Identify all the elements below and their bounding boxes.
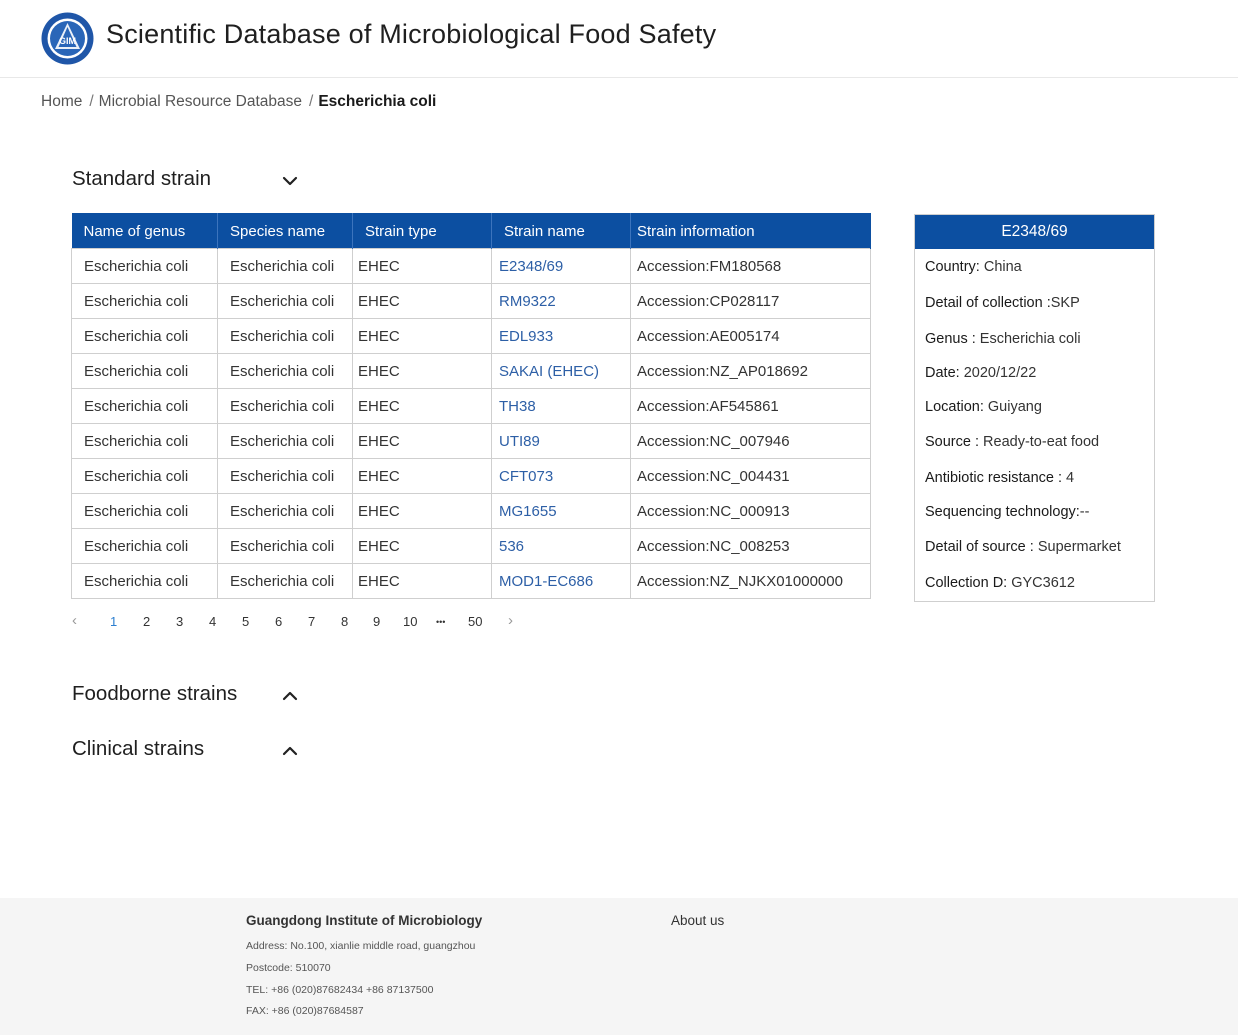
table-row: Escherichia coli Escherichia coli EHEC 536 A… [71, 528, 871, 564]
strain-name-link[interactable]: CFT073 [499, 468, 553, 485]
strain-name-link[interactable]: TH38 [499, 398, 536, 415]
table-row: Escherichia coli Escherichia coli EHEC SAKA… [71, 353, 871, 389]
site-header: GIM Scientific Database of Microbiologic… [0, 0, 1238, 78]
standard-strain-toggle[interactable]: Standard strain [72, 167, 298, 191]
page-button-6[interactable]: 6 [275, 614, 282, 629]
table-row: Escherichia coli Escherichia coli EHEC E234… [71, 248, 871, 284]
page-button-9[interactable]: 9 [373, 614, 380, 629]
site-title: Scientific Database of Microbiological F… [106, 19, 717, 49]
page-button-3[interactable]: 3 [176, 614, 183, 629]
prev-page-button[interactable]: ‹ [72, 612, 77, 629]
strain-table: Name of genus Species name Strain type S… [71, 213, 871, 599]
strain-detail-panel: E2348/69 Country: China Detail of collec… [914, 214, 1155, 602]
site-footer: Guangdong Institute of Microbiology Abou… [0, 898, 1238, 1035]
strain-name-link[interactable]: SAKAI (EHEC) [499, 363, 599, 380]
footer-org-name: Guangdong Institute of Microbiology [246, 913, 483, 928]
detail-country: Country: China [925, 259, 1022, 275]
strain-name-link[interactable]: RM9322 [499, 293, 556, 310]
detail-antibiotic-resistance: Antibiotic resistance : 4 [925, 470, 1075, 486]
page-button-10[interactable]: 10 [403, 614, 417, 629]
footer-about-us-link[interactable]: About us [671, 913, 724, 928]
chevron-up-icon [282, 746, 298, 756]
detail-sequencing-technology: Sequencing technology:-- [925, 504, 1090, 520]
table-header-row: Name of genus Species name Strain type S… [71, 213, 871, 249]
table-row: Escherichia coli Escherichia coli EHEC MOD1… [71, 563, 871, 599]
page-button-1[interactable]: 1 [110, 614, 117, 629]
clinical-strains-toggle[interactable]: Clinical strains [72, 737, 298, 761]
page-ellipsis[interactable]: ••• [436, 617, 445, 627]
column-header-strain-type: Strain type [352, 213, 492, 249]
footer-tel: TEL: +86 (020)87682434 +86 87137500 [246, 984, 434, 996]
detail-source-detail: Detail of source : Supermarket [925, 539, 1121, 555]
footer-fax: FAX: +86 (020)87684587 [246, 1005, 364, 1017]
clinical-strains-title: Clinical strains [72, 737, 205, 760]
footer-postcode: Postcode: 510070 [246, 962, 331, 974]
breadcrumb: Home / Microbial Resource Database / Escheri… [41, 93, 437, 110]
footer-address: Address: No.100, xianlie middle road, gu… [246, 940, 476, 952]
breadcrumb-home[interactable]: Home [41, 93, 82, 110]
foodborne-strains-title: Foodborne strains [72, 682, 238, 705]
detail-date: Date: 2020/12/22 [925, 365, 1037, 381]
page-button-8[interactable]: 8 [341, 614, 348, 629]
column-header-genus: Name of genus [71, 213, 218, 249]
page-button-4[interactable]: 4 [209, 614, 216, 629]
strain-name-link[interactable]: MOD1-EC686 [499, 573, 593, 590]
strain-name-link[interactable]: UTI89 [499, 433, 540, 450]
detail-genus: Genus : Escherichia coli [925, 331, 1081, 347]
breadcrumb-current: Escherichia coli [318, 93, 437, 110]
detail-source: Source : Ready-to-eat food [925, 434, 1100, 450]
chevron-down-icon [282, 176, 298, 186]
column-header-strain-info: Strain information [630, 213, 871, 249]
detail-collection-id: Collection D: GYC3612 [925, 575, 1075, 591]
strain-name-link[interactable]: E2348/69 [499, 258, 563, 275]
standard-strain-title: Standard strain [72, 167, 212, 190]
detail-location: Location: Guiyang [925, 399, 1042, 415]
institute-logo[interactable]: GIM [41, 12, 94, 65]
column-header-species: Species name [217, 213, 353, 249]
page-button-2[interactable]: 2 [143, 614, 150, 629]
table-row: Escherichia coli Escherichia coli EHEC RM93… [71, 283, 871, 319]
detail-collection: Detail of collection :SKP [925, 295, 1080, 311]
page-button-last[interactable]: 50 [468, 614, 482, 629]
foodborne-strains-toggle[interactable]: Foodborne strains [72, 682, 298, 706]
table-row: Escherichia coli Escherichia coli EHEC CFT0… [71, 458, 871, 494]
table-row: Escherichia coli Escherichia coli EHEC EDL9… [71, 318, 871, 354]
strain-detail-title: E2348/69 [915, 215, 1154, 249]
table-row: Escherichia coli Escherichia coli EHEC UTI8… [71, 423, 871, 459]
table-row: Escherichia coli Escherichia coli EHEC MG16… [71, 493, 871, 529]
chevron-up-icon [282, 691, 298, 701]
strain-name-link[interactable]: MG1655 [499, 503, 557, 520]
column-header-strain-name: Strain name [491, 213, 631, 249]
page-button-7[interactable]: 7 [308, 614, 315, 629]
page-button-5[interactable]: 5 [242, 614, 249, 629]
logo-text: GIM [59, 36, 76, 46]
strain-name-link[interactable]: EDL933 [499, 328, 553, 345]
breadcrumb-microbial-resource-database[interactable]: Microbial Resource Database [99, 93, 302, 110]
table-row: Escherichia coli Escherichia coli EHEC TH38… [71, 388, 871, 424]
next-page-button[interactable]: › [508, 612, 513, 629]
strain-name-link[interactable]: 536 [499, 538, 524, 555]
